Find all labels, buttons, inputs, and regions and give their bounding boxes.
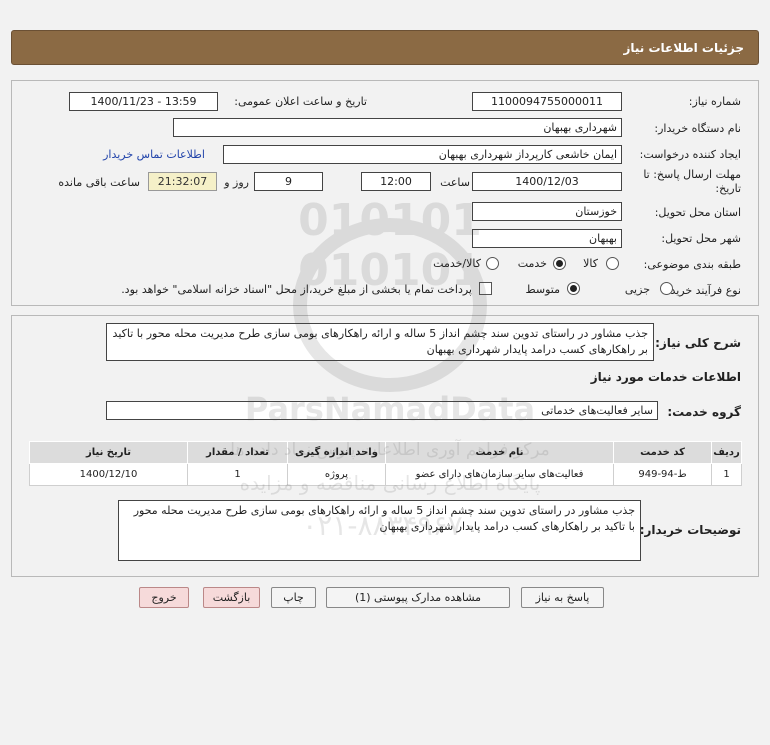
col-quantity: تعداد / مقدار bbox=[187, 441, 288, 464]
category-radio-service[interactable] bbox=[553, 257, 566, 270]
col-service-code: کد خدمت bbox=[613, 441, 712, 464]
category-option-goods: کالا bbox=[583, 257, 598, 270]
cell-service-name: فعالیت‌های سایر سازمان‌های دارای عضو bbox=[385, 463, 614, 486]
buyer-contact-link[interactable]: اطلاعات تماس خریدار bbox=[103, 148, 205, 161]
treasury-checkbox[interactable] bbox=[479, 282, 492, 295]
announce-field: 1400/11/23 - 13:59 bbox=[69, 92, 218, 111]
deadline-time-field: 12:00 bbox=[361, 172, 431, 191]
cell-row: 1 bbox=[711, 463, 742, 486]
deadline-date-field: 1400/12/03 bbox=[472, 172, 622, 191]
services-table: ردیف کد خدمت نام خدمت واحد اندازه گیری ت… bbox=[29, 441, 742, 486]
buyer-field: شهرداری بهبهان bbox=[173, 118, 622, 137]
exit-button[interactable]: خروج bbox=[139, 587, 189, 608]
province-field: خوزستان bbox=[472, 202, 622, 221]
days-field: 9 bbox=[254, 172, 323, 191]
deadline-time-label: ساعت bbox=[440, 176, 470, 189]
reply-button[interactable]: پاسخ به نیاز bbox=[521, 587, 604, 608]
cell-service-code: ط-94-949 bbox=[613, 463, 712, 486]
col-need-date: تاریخ نیاز bbox=[29, 441, 188, 464]
service-group-label: گروه خدمت: bbox=[667, 405, 741, 419]
city-label: شهر محل تحویل: bbox=[661, 232, 741, 245]
page-header: جزئیات اطلاعات نیاز bbox=[11, 30, 759, 65]
remaining-label: ساعت باقی مانده bbox=[58, 176, 140, 189]
category-option-service: خدمت bbox=[517, 257, 547, 270]
remaining-time-field: 21:32:07 bbox=[148, 172, 217, 191]
services-table-header: ردیف کد خدمت نام خدمت واحد اندازه گیری ت… bbox=[29, 441, 742, 464]
buyer-label: نام دستگاه خریدار: bbox=[654, 122, 741, 135]
buyer-notes-textbox: جذب مشاور در راستای تدوین سند چشم انداز … bbox=[118, 500, 641, 561]
creator-label: ایجاد کننده درخواست: bbox=[639, 148, 741, 161]
page-title: جزئیات اطلاعات نیاز bbox=[623, 41, 744, 55]
category-radio-goods[interactable] bbox=[606, 257, 619, 270]
category-label: طبقه بندی موضوعی: bbox=[643, 258, 741, 271]
summary-textbox: جذب مشاور در راستای تدوین سند چشم انداز … bbox=[106, 323, 654, 361]
service-group-field: سایر فعالیت‌های خدماتی bbox=[106, 401, 658, 420]
cell-need-date: 1400/12/10 bbox=[29, 463, 188, 486]
category-radio-goods-service[interactable] bbox=[486, 257, 499, 270]
process-option-minor: جزیی bbox=[624, 283, 650, 296]
summary-label: شرح کلی نیاز: bbox=[655, 336, 741, 350]
view-attachments-button[interactable]: مشاهده مدارک پیوستی (1) bbox=[326, 587, 510, 608]
need-number-label: شماره نیاز: bbox=[688, 95, 741, 108]
services-section-title: اطلاعات خدمات مورد نیاز bbox=[590, 370, 741, 384]
col-unit: واحد اندازه گیری bbox=[287, 441, 386, 464]
cell-quantity: 1 bbox=[187, 463, 288, 486]
col-row: ردیف bbox=[711, 441, 742, 464]
province-label: استان محل تحویل: bbox=[654, 206, 741, 219]
city-field: بهبهان bbox=[472, 229, 622, 248]
category-option-goods-service: کالا/خدمت bbox=[433, 257, 481, 270]
process-radio-minor[interactable] bbox=[660, 282, 673, 295]
back-button[interactable]: بازگشت bbox=[203, 587, 260, 608]
process-radio-medium[interactable] bbox=[567, 282, 580, 295]
deadline-label-2: تاریخ: bbox=[715, 182, 741, 195]
days-label: روز و bbox=[224, 176, 249, 189]
deadline-label: مهلت ارسال پاسخ: تا bbox=[643, 168, 741, 181]
process-label: نوع فرآیند خرید : bbox=[663, 284, 741, 297]
announce-label: تاریخ و ساعت اعلان عمومی: bbox=[234, 95, 367, 108]
cell-unit: پروژه bbox=[287, 463, 386, 486]
need-number-field: 1100094755000011 bbox=[472, 92, 622, 111]
table-row: 1 ط-94-949 فعالیت‌های سایر سازمان‌های دا… bbox=[29, 463, 742, 486]
need-details-panel bbox=[11, 80, 759, 306]
col-service-name: نام خدمت bbox=[385, 441, 614, 464]
print-button[interactable]: چاپ bbox=[271, 587, 316, 608]
creator-field: ایمان خاشعی کارپرداز شهرداری بهبهان bbox=[223, 145, 622, 164]
buyer-notes-label: توضیحات خریدار: bbox=[639, 523, 741, 537]
treasury-payment-note: پرداخت تمام یا بخشی از مبلغ خرید،از محل … bbox=[121, 283, 472, 296]
process-option-medium: متوسط bbox=[525, 283, 560, 296]
